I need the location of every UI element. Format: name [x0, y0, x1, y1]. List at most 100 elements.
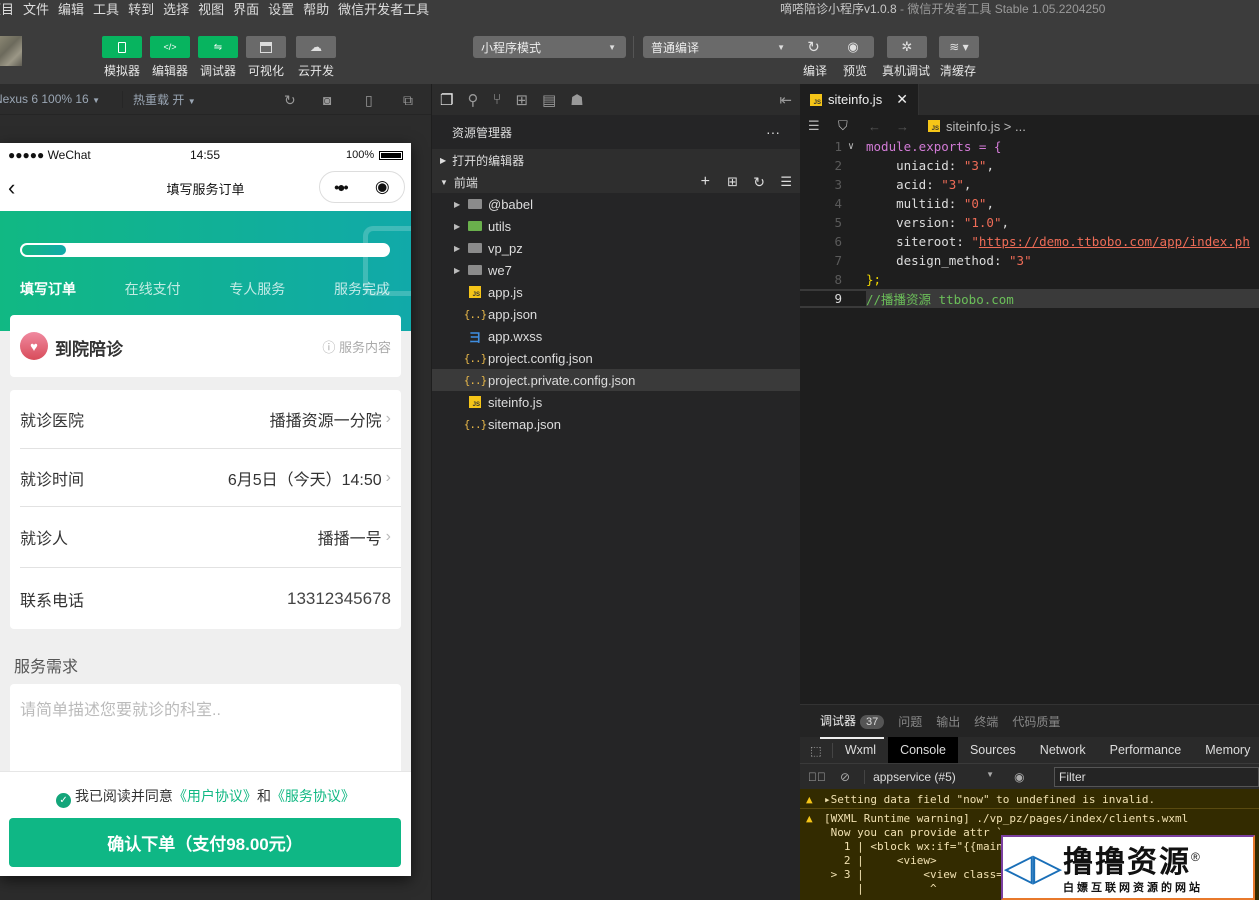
device-icon[interactable]: ▯	[365, 92, 373, 109]
simulator-toggle-button[interactable]	[102, 36, 142, 58]
form-row-time[interactable]: 就诊时间 6月5日（今天）14:50 ›	[20, 449, 401, 507]
tree-folder-utils[interactable]: ▶ utils	[432, 215, 800, 237]
tree-file-project-private-config[interactable]: {..} project.private.config.json	[432, 369, 800, 391]
devtab-memory[interactable]: Memory	[1193, 737, 1259, 763]
form-row-patient[interactable]: 就诊人 播播一号 ›	[20, 507, 401, 568]
tree-file-siteinfo[interactable]: JS siteinfo.js	[432, 391, 800, 413]
console-warning[interactable]: ▲ ▸Setting data field "now" to undefined …	[800, 789, 1259, 809]
new-file-icon[interactable]: +	[701, 173, 710, 191]
devtab-sources[interactable]: Sources	[958, 737, 1028, 763]
menu-interface[interactable]: 界面	[233, 0, 259, 18]
console-warning[interactable]: ▲ [WXML Runtime warning] ./vp_pz/pages/in…	[800, 809, 1259, 826]
docker-icon[interactable]: ☗	[570, 91, 583, 109]
compile-button[interactable]: ↻	[795, 36, 832, 58]
sidebar-toggle-icon[interactable]: ▶⃞	[808, 770, 826, 784]
console-filter-input[interactable]: Filter	[1054, 767, 1259, 787]
service-needs-textarea[interactable]: 请简单描述您要就诊的科室..	[10, 684, 401, 784]
menu-wechat-devtools[interactable]: 微信开发者工具	[338, 0, 429, 18]
extensions-icon[interactable]: ⊞	[515, 91, 528, 109]
tab-debugger[interactable]: 调试器 37	[820, 704, 885, 739]
compile-label: 编译	[802, 64, 828, 78]
back-arrow-icon[interactable]: ←	[868, 119, 881, 134]
code-area[interactable]: 1 ∨ module.exports = { 2 uniacid: "3", 3 a…	[800, 137, 1259, 308]
order-form: 就诊医院 播播资源一分院 › 就诊时间 6月5日（今天）14:50 › 就诊人 播播一号 ›…	[10, 390, 401, 629]
more-icon[interactable]: •●•	[334, 179, 348, 195]
compile-select[interactable]: 普通编译 ▼	[643, 36, 795, 58]
visual-button[interactable]	[246, 36, 286, 58]
tree-folder-vp-pz[interactable]: ▶ vp_pz	[432, 237, 800, 259]
inspect-element-icon[interactable]: ⬚	[800, 742, 833, 758]
tab-code-quality[interactable]: 代码质量	[1012, 713, 1060, 730]
tree-file-app-json[interactable]: {..} app.json	[432, 303, 800, 325]
menu-edit[interactable]: 编辑	[58, 0, 84, 18]
bookmark-icon[interactable]: ⛉	[838, 118, 848, 134]
form-row-hospital[interactable]: 就诊医院 播播资源一分院 ›	[20, 390, 401, 449]
confirm-order-button[interactable]: 确认下单（支付98.00元）	[9, 818, 401, 867]
heart-icon: ♥	[20, 332, 48, 360]
menu-settings[interactable]: 设置	[268, 0, 294, 18]
menu-project[interactable]: 项目	[0, 0, 14, 18]
tree-folder-we7[interactable]: ▶ we7	[432, 259, 800, 281]
tree-file-app-js[interactable]: JS app.js	[432, 281, 800, 303]
more-actions-icon[interactable]: ···	[766, 124, 780, 140]
code-url-link[interactable]: https://demo.ttbobo.com/app/index.ph	[979, 234, 1250, 249]
refresh-icon[interactable]: ↻	[753, 174, 765, 191]
collapse-panel-icon[interactable]: ⇤	[779, 91, 792, 109]
clear-cache-button[interactable]: ≋ ▾	[939, 36, 979, 58]
stop-icon[interactable]: ◙	[323, 92, 331, 108]
breadcrumb-path[interactable]: JS siteinfo.js > ...	[928, 119, 1026, 134]
fold-chevron-icon[interactable]: ∨	[848, 141, 854, 152]
forward-arrow-icon[interactable]: →	[896, 119, 909, 134]
service-agreement-link[interactable]: 《服务协议》	[271, 788, 355, 804]
mode-select[interactable]: 小程序模式 ▼	[473, 36, 626, 58]
cloud-dev-button[interactable]: ☁	[296, 36, 336, 58]
hot-reload-toggle[interactable]: 热重载 开 ▼	[122, 90, 196, 108]
user-agreement-link[interactable]: 《用户协议》	[173, 788, 257, 804]
close-icon[interactable]: ✕	[896, 91, 908, 108]
devtab-console[interactable]: Console	[888, 737, 958, 763]
tree-file-sitemap[interactable]: {..} sitemap.json	[432, 413, 800, 435]
new-folder-icon[interactable]: ⊞	[727, 174, 738, 190]
tab-output[interactable]: 输出	[936, 713, 960, 730]
detach-window-icon[interactable]: ⧉	[403, 92, 413, 109]
tree-file-project-config[interactable]: {..} project.config.json	[432, 347, 800, 369]
open-editors-section[interactable]: ▶ 打开的编辑器	[432, 149, 800, 171]
tree-folder-babel[interactable]: ▶ @babel	[432, 193, 800, 215]
device-select[interactable]: Nexus 6 100% 16 ▼	[0, 92, 100, 106]
close-miniprogram-icon[interactable]: ◉	[375, 177, 390, 197]
live-expression-eye-icon[interactable]: ◉	[1014, 770, 1024, 784]
preview-button[interactable]: ◉	[832, 36, 874, 58]
context-select[interactable]: appservice (#5) ▼	[864, 769, 994, 784]
project-section[interactable]: ▼ 前端 + ⊞ ↻ ☰	[432, 171, 800, 193]
files-icon[interactable]: ❐	[440, 91, 453, 109]
source-control-icon[interactable]: ⑂	[492, 91, 501, 108]
outline-icon[interactable]: ☰	[808, 118, 820, 134]
progress-bar	[20, 243, 390, 257]
save-icon[interactable]: ▤	[542, 91, 556, 109]
menu-help[interactable]: 帮助	[303, 0, 329, 18]
menu-file[interactable]: 文件	[23, 0, 49, 18]
tree-file-app-wxss[interactable]: ヨ app.wxss	[432, 325, 800, 347]
reload-icon[interactable]: ↻	[284, 92, 296, 109]
collapse-all-icon[interactable]: ☰	[780, 174, 792, 190]
devtab-performance[interactable]: Performance	[1098, 737, 1194, 763]
form-row-phone[interactable]: 联系电话 13312345678	[20, 568, 401, 629]
tab-problems[interactable]: 问题	[898, 713, 922, 730]
menu-goto[interactable]: 转到	[128, 0, 154, 18]
service-content-link[interactable]: ⓘ 服务内容	[322, 337, 391, 356]
search-icon[interactable]: ⚲	[467, 91, 478, 109]
tab-terminal[interactable]: 终端	[974, 713, 998, 730]
menu-select[interactable]: 选择	[163, 0, 189, 18]
checkbox-checked-icon[interactable]: ✓	[56, 793, 72, 808]
tree-item-name: project.config.json	[488, 350, 593, 366]
clear-console-icon[interactable]: ⊘	[840, 770, 850, 784]
devtab-wxml[interactable]: Wxml	[833, 737, 888, 763]
menu-view[interactable]: 视图	[198, 0, 224, 18]
devtab-network[interactable]: Network	[1028, 737, 1098, 763]
menu-tools[interactable]: 工具	[93, 0, 119, 18]
editor-toggle-button[interactable]: </>	[150, 36, 190, 58]
debugger-toggle-button[interactable]: ⇋	[198, 36, 238, 58]
remote-debug-button[interactable]: ✲	[887, 36, 927, 58]
user-avatar[interactable]	[0, 36, 22, 66]
tab-siteinfo-js[interactable]: JS siteinfo.js ✕	[800, 84, 919, 115]
